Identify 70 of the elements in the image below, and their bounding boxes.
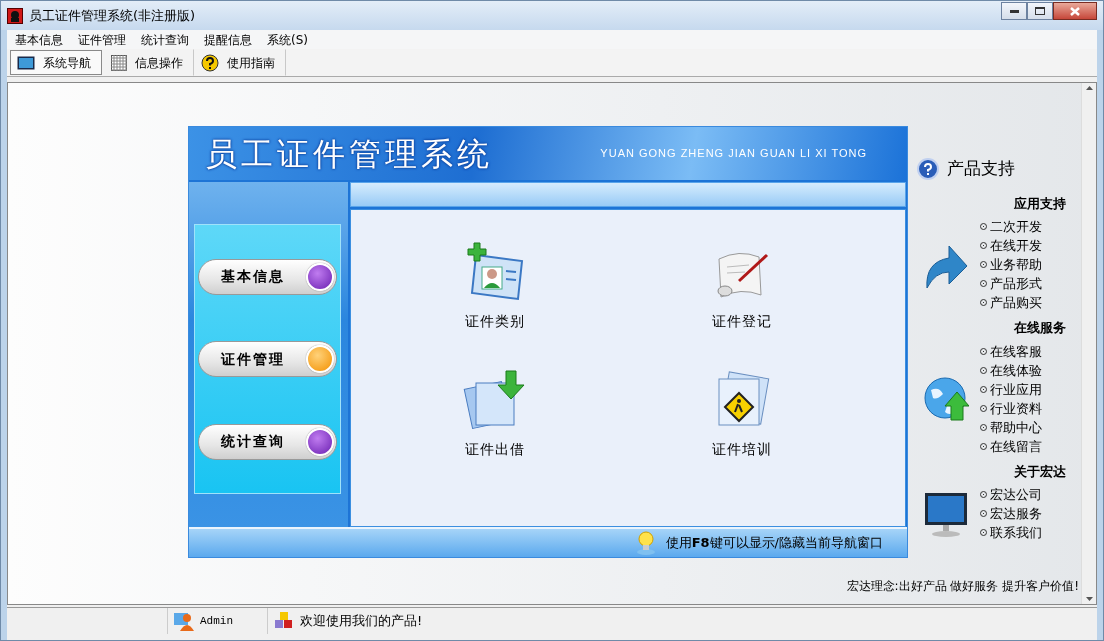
status-message: 欢迎使用我们的产品! xyxy=(300,612,423,631)
cubes-icon xyxy=(274,611,294,631)
status-dot xyxy=(306,262,334,291)
maximize-icon xyxy=(1035,7,1045,15)
banner-title: 员工证件管理系统 xyxy=(205,133,493,175)
nav-button[interactable]: 基本信息 xyxy=(198,258,337,295)
support-link[interactable]: 在线客服 xyxy=(980,341,1042,361)
hint-text: 使用F8键可以显示/隐藏当前导航窗口 xyxy=(665,534,883,553)
scroll-up-icon xyxy=(1085,86,1093,90)
support-link[interactable]: 在线体验 xyxy=(980,360,1042,380)
menu-item[interactable]: 统计查询 xyxy=(135,30,198,49)
bullet-icon xyxy=(980,280,987,287)
support-title: 产品支持 xyxy=(947,157,1015,180)
user-name: Admin xyxy=(200,613,233,629)
nav-button[interactable]: 统计查询 xyxy=(198,424,337,460)
bullet-icon xyxy=(980,510,987,517)
maximize-button[interactable] xyxy=(1027,2,1053,20)
toolbar-button[interactable]: 系统导航 xyxy=(10,50,102,75)
slogan-text: 宏达理念:出好产品 做好服务 提升客户价值! xyxy=(846,578,1080,595)
support-link[interactable]: 产品形式 xyxy=(980,274,1042,293)
minimize-icon xyxy=(1009,9,1019,13)
support-link[interactable]: 行业资料 xyxy=(980,398,1042,418)
minimize-button[interactable] xyxy=(1001,2,1027,20)
bullet-icon xyxy=(980,242,987,249)
close-icon xyxy=(1070,6,1080,16)
light-bulb-icon xyxy=(635,531,656,556)
window-title: 员工证件管理系统(非注册版) xyxy=(29,6,196,25)
support-link[interactable]: 帮助中心 xyxy=(980,417,1042,437)
documents-download-icon xyxy=(461,369,528,432)
section-heading: 关于宏达 xyxy=(1013,462,1067,481)
section-heading: 应用支持 xyxy=(1013,194,1067,213)
feature-tile[interactable]: 证件类别 xyxy=(371,240,618,369)
menu-item[interactable]: 系统(S) xyxy=(261,30,317,49)
bullet-icon xyxy=(980,299,987,306)
grid-icon xyxy=(111,54,127,71)
toolbar-button[interactable]: 信息操作 xyxy=(104,49,194,76)
globe-icon xyxy=(922,375,969,422)
scrollbar[interactable] xyxy=(1081,83,1096,604)
bullet-icon xyxy=(980,223,987,230)
support-link[interactable]: 联系我们 xyxy=(980,523,1042,542)
support-link[interactable]: 行业应用 xyxy=(980,379,1042,399)
nav-button[interactable]: 证件管理 xyxy=(198,341,337,378)
feature-tile[interactable]: 证件培训 xyxy=(618,368,865,497)
bullet-icon xyxy=(980,529,987,536)
scroll-down-icon xyxy=(1085,597,1093,601)
support-link[interactable]: 业务帮助 xyxy=(980,255,1042,274)
support-link[interactable]: 在线开发 xyxy=(980,236,1042,255)
status-dot xyxy=(306,428,334,456)
feature-tile[interactable]: 证件出借 xyxy=(371,368,618,497)
toolbar-button[interactable]: 使用指南 xyxy=(194,49,286,76)
support-link[interactable]: 宏达公司 xyxy=(980,485,1042,504)
user-icon xyxy=(174,611,194,631)
window-icon xyxy=(17,55,35,70)
support-link[interactable]: 宏达服务 xyxy=(980,504,1042,523)
close-button[interactable] xyxy=(1053,2,1097,20)
bullet-icon xyxy=(980,261,987,268)
menu-item[interactable]: 提醒信息 xyxy=(198,30,261,49)
help-icon xyxy=(917,157,939,180)
app-icon xyxy=(7,7,23,24)
banner-subtitle: YUAN GONG ZHENG JIAN GUAN LI XI TONG xyxy=(600,146,867,162)
menu-item[interactable]: 证件管理 xyxy=(72,30,135,49)
support-link[interactable]: 二次开发 xyxy=(980,217,1042,236)
help-icon xyxy=(201,53,219,72)
menu-item[interactable]: 基本信息 xyxy=(9,30,72,49)
support-link[interactable]: 产品购买 xyxy=(980,293,1042,312)
feature-tile[interactable]: 证件登记 xyxy=(618,240,865,369)
support-link[interactable]: 在线留言 xyxy=(980,436,1042,456)
section-heading: 在线服务 xyxy=(1013,319,1067,337)
bullet-icon xyxy=(980,491,987,498)
status-dot xyxy=(306,345,334,374)
